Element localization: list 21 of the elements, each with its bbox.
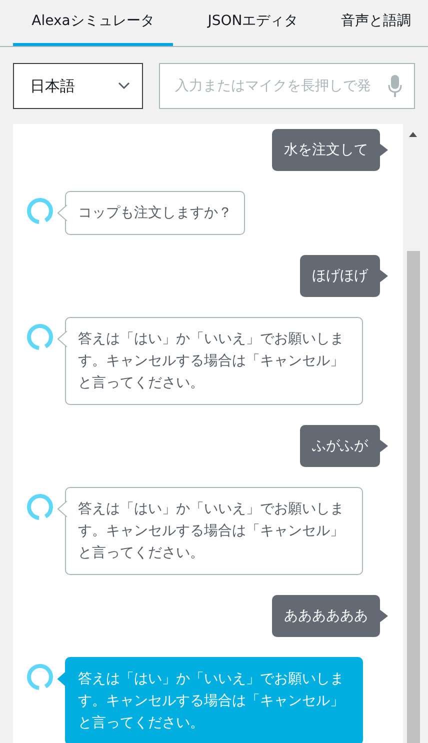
language-select[interactable]: 日本語 xyxy=(13,63,143,109)
bubble-tail-icon xyxy=(379,609,388,623)
microphone-icon[interactable] xyxy=(388,75,402,97)
tab[interactable]: 音声と語調 xyxy=(333,0,419,46)
bubble-tail-icon xyxy=(57,331,67,347)
utterance-field[interactable]: 入力またはマイクを長押しで発 xyxy=(159,63,415,109)
tab[interactable]: Alexaシミュレータ xyxy=(13,0,173,46)
bubble-tail-icon xyxy=(57,205,67,221)
tab[interactable]: JSONエディタ xyxy=(173,0,333,46)
ring-icon xyxy=(26,323,54,351)
bubble-tail-icon xyxy=(379,143,388,157)
chevron-down-icon xyxy=(118,82,130,90)
scroll-up-arrow-icon[interactable] xyxy=(409,132,417,137)
bubble-tail-icon xyxy=(379,269,388,283)
bubble-tail-icon xyxy=(379,439,388,453)
ring-icon xyxy=(26,197,54,225)
ring-icon xyxy=(26,493,54,521)
ring-icon xyxy=(26,663,54,691)
bubble-tail-icon xyxy=(57,501,67,517)
utterance-input[interactable]: 入力またはマイクを長押しで発 xyxy=(175,76,380,96)
bubble-tail-icon xyxy=(57,671,67,687)
